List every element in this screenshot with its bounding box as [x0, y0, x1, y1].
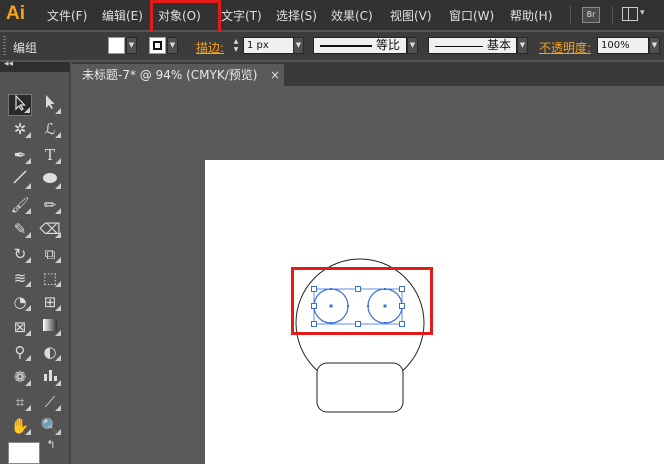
- selection-highlight-box: [291, 267, 433, 335]
- artwork-layer: [295, 258, 425, 413]
- body-rounded-rect[interactable]: [316, 362, 404, 413]
